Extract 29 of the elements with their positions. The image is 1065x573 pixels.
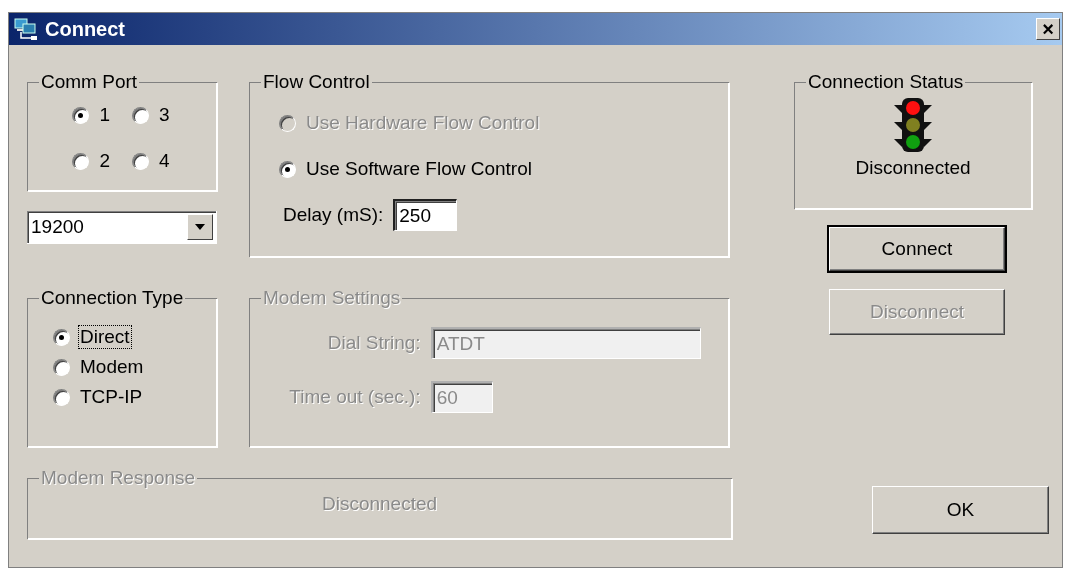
ok-button[interactable]: OK: [872, 486, 1049, 534]
focus-outline: TCP-IP: [79, 385, 144, 409]
focus-outline: 4: [158, 149, 171, 173]
radio-button[interactable]: Modem: [53, 355, 217, 379]
radio-button[interactable]: 1: [72, 103, 112, 127]
field-label: Time out (sec.):: [289, 386, 421, 408]
focus-outline: Direct: [78, 325, 132, 349]
focus-outline: 1: [98, 103, 111, 127]
delay-field[interactable]: 250: [393, 199, 458, 231]
radio-button[interactable]: 2: [72, 149, 112, 173]
radio-button[interactable]: 3: [132, 103, 172, 127]
focus-outline: 3: [158, 103, 171, 127]
close-button[interactable]: ×: [1036, 18, 1060, 40]
radio-button[interactable]: TCP-IP: [53, 385, 217, 409]
focus-outline: Use Hardware Flow Control: [305, 111, 541, 135]
focus-outline: Modem: [79, 355, 145, 379]
focus-outline: 2: [98, 149, 111, 173]
baud-rate-dropdown[interactable]: 19200: [27, 211, 217, 244]
response-text: Disconnected: [321, 493, 438, 516]
radio-button[interactable]: Direct: [53, 325, 217, 349]
status-text: Disconnected: [855, 157, 971, 179]
radio-button[interactable]: 4: [132, 149, 172, 173]
traffic-light-icon: [893, 97, 933, 153]
focus-outline: Use Software Flow Control: [305, 157, 533, 181]
connect-button[interactable]: Connect: [829, 227, 1005, 271]
field-label: Dial String:: [327, 332, 421, 354]
field-label: Delay (mS):: [283, 204, 384, 226]
window-title: Connect: [45, 17, 126, 41]
radio-button[interactable]: Use Software Flow Control: [279, 157, 729, 181]
